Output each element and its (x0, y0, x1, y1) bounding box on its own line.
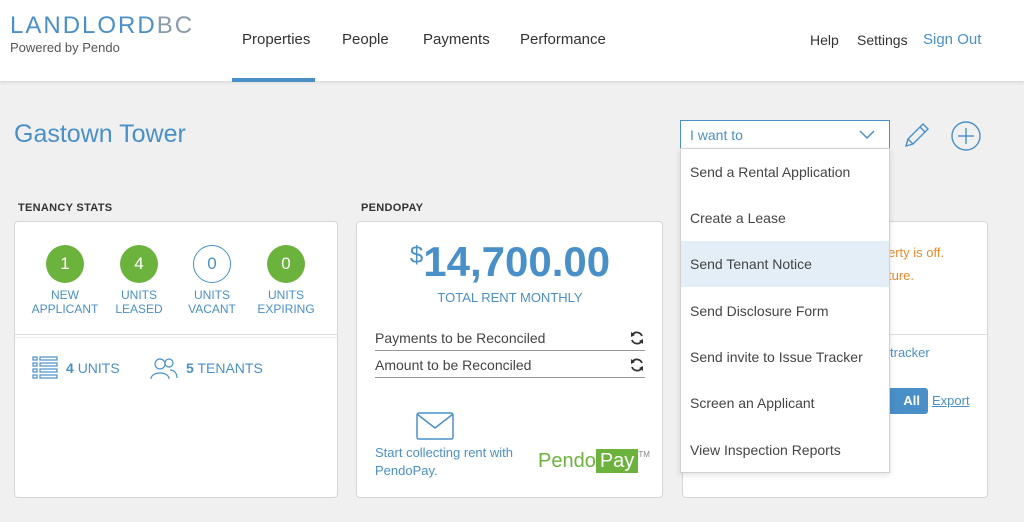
stat-label-line2: LEASED (115, 302, 163, 316)
menu-item-create-lease[interactable]: Create a Lease (681, 195, 889, 241)
stat-count: 1 (46, 245, 84, 283)
stat-label-line1: NEW (51, 288, 79, 302)
refresh-icon (629, 357, 645, 376)
stat-label-line2: APPLICANT (31, 302, 99, 316)
signout-link[interactable]: Sign Out (923, 31, 981, 48)
tenancy-stats-label: TENANCY STATS (18, 202, 113, 214)
stat-label-line1: UNITS (194, 288, 230, 302)
alert-text-line1: erty is off. (888, 245, 945, 260)
units-label: UNITS (77, 360, 120, 377)
start-collecting-link[interactable]: Start collecting rent with PendoPay. (375, 444, 515, 480)
i-want-to-select[interactable]: I want to (680, 120, 890, 149)
amount-reconciled-label: Amount to be Reconciled (375, 357, 532, 373)
top-header: LANDLORDBC Powered by Pendo Properties P… (0, 0, 1024, 82)
export-link[interactable]: Export (932, 393, 970, 408)
tenants-label: TENANTS (197, 360, 263, 377)
stat-units-leased[interactable]: 4 UNITS LEASED (104, 245, 174, 316)
stat-units-vacant[interactable]: 0 UNITS VACANT (177, 245, 247, 316)
refresh-icon (629, 330, 645, 349)
stat-count: 0 (267, 245, 305, 283)
stat-count: 0 (193, 245, 231, 283)
tenants-link[interactable]: 5 TENANTS (150, 356, 263, 383)
logo-subtitle: Powered by Pendo (10, 40, 120, 55)
amount-reconciled-row[interactable]: Amount to be Reconciled (375, 352, 645, 378)
trademark-symbol: TM (638, 450, 650, 459)
chevron-down-icon (859, 127, 875, 145)
stat-label-line1: UNITS (268, 288, 304, 302)
people-icon (150, 356, 178, 383)
pendopay-logo: Pendo Pay TM (538, 449, 650, 473)
divider (15, 337, 337, 338)
stat-new-applicant[interactable]: 1 NEW APPLICANT (30, 245, 100, 316)
stat-label-line2: EXPIRING (257, 302, 315, 316)
stat-label-line2: VACANT (188, 302, 236, 316)
logo-bc-text: BC (156, 12, 195, 39)
landlordbc-logo[interactable]: LANDLORDBC Powered by Pendo (10, 12, 195, 56)
nav-performance[interactable]: Performance (520, 31, 606, 48)
payments-reconciled-label: Payments to be Reconciled (375, 330, 546, 346)
divider (375, 350, 645, 351)
units-count: 4 (66, 360, 74, 377)
stat-label-line1: UNITS (121, 288, 157, 302)
envelope-icon (416, 412, 454, 445)
issue-tracker-link[interactable]: tracker (890, 345, 930, 360)
logo-main-text: LANDLORD (10, 12, 157, 39)
menu-item-send-invite-issue-tracker[interactable]: Send invite to Issue Tracker (681, 334, 889, 380)
alert-text-line2: ture. (888, 268, 915, 283)
list-icon (32, 356, 58, 383)
units-link[interactable]: 4 UNITS (32, 356, 120, 383)
menu-item-send-rental-application[interactable]: Send a Rental Application (681, 149, 889, 195)
nav-active-indicator (232, 78, 315, 82)
total-rent-label: TOTAL RENT MONTHLY (437, 290, 583, 305)
stat-units-expiring[interactable]: 0 UNITS EXPIRING (251, 245, 321, 316)
amount-value: 14,700.00 (423, 238, 611, 285)
pendopay-label: PENDOPAY (361, 202, 424, 214)
pencil-icon[interactable] (902, 120, 932, 155)
logo-pendo-text: Pendo (538, 450, 596, 472)
menu-item-send-disclosure-form[interactable]: Send Disclosure Form (681, 288, 889, 334)
add-plus-icon[interactable] (950, 120, 982, 157)
tenants-count: 5 (186, 360, 194, 377)
menu-item-view-inspection-reports[interactable]: View Inspection Reports (681, 427, 889, 473)
payments-reconciled-row[interactable]: Payments to be Reconciled (375, 325, 645, 351)
menu-item-screen-applicant[interactable]: Screen an Applicant (681, 380, 889, 426)
help-link[interactable]: Help (810, 32, 839, 48)
currency-symbol: $ (409, 242, 424, 269)
stat-count: 4 (120, 245, 158, 283)
divider (15, 334, 337, 335)
i-want-to-label: I want to (690, 127, 743, 143)
logo-pay-text: Pay (595, 449, 639, 473)
total-rent-amount: $14,700.00 (357, 238, 663, 286)
menu-item-send-tenant-notice[interactable]: Send Tenant Notice (681, 241, 889, 287)
page-title: Gastown Tower (14, 120, 186, 148)
nav-payments[interactable]: Payments (423, 31, 490, 48)
i-want-to-menu: Send a Rental Application Create a Lease… (680, 148, 890, 473)
divider (375, 377, 645, 378)
nav-people[interactable]: People (342, 31, 389, 48)
settings-link[interactable]: Settings (857, 32, 908, 48)
nav-properties[interactable]: Properties (242, 31, 310, 48)
